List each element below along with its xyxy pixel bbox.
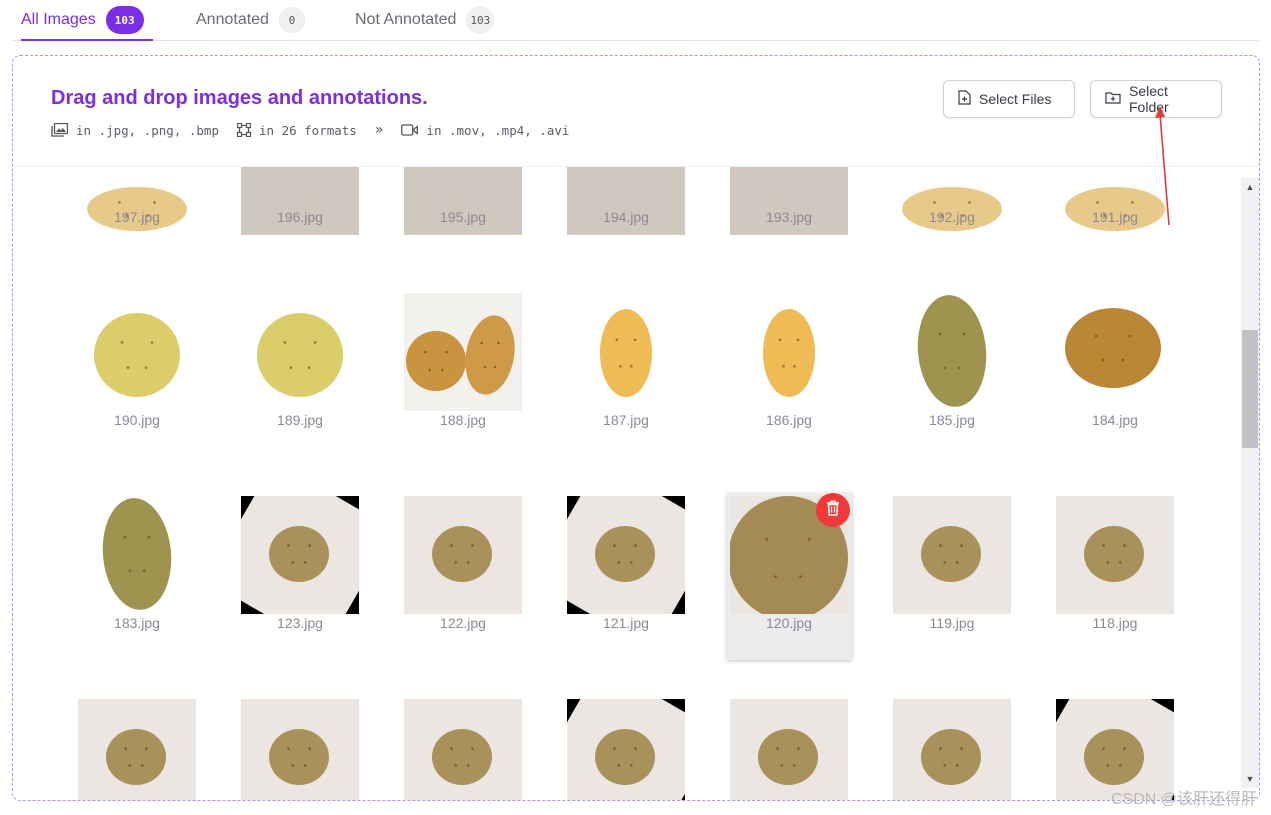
image-thumbnail[interactable] xyxy=(730,293,848,411)
image-filter-tabs: All Images 103 Annotated 0 Not Annotated… xyxy=(12,0,1259,41)
image-formats-text: in .jpg, .png, .bmp xyxy=(76,122,219,138)
image-thumbnail[interactable] xyxy=(567,496,685,614)
image-thumbnail[interactable] xyxy=(893,496,1011,614)
dropzone-title: Drag and drop images and annotations. xyxy=(51,87,428,109)
image-filename: 122.jpg xyxy=(440,615,486,631)
video-formats-text: in .mov, .mp4, .avi xyxy=(426,122,570,138)
image-thumbnail[interactable] xyxy=(241,496,359,614)
image-thumbnail[interactable] xyxy=(241,293,359,411)
image-thumbnail[interactable] xyxy=(893,293,1011,411)
image-thumbnail[interactable] xyxy=(1056,496,1174,614)
image-formats: in .jpg, .png, .bmp xyxy=(51,123,219,138)
image-thumbnail[interactable] xyxy=(893,699,1011,800)
images-icon xyxy=(51,123,68,137)
image-thumbnail[interactable] xyxy=(241,699,359,800)
image-thumbnail[interactable] xyxy=(404,699,522,800)
tab-label: Not Annotated xyxy=(355,11,457,28)
image-thumbnail[interactable] xyxy=(1056,293,1174,411)
image-filename: 189.jpg xyxy=(277,412,323,428)
select-files-button[interactable]: Select Files xyxy=(943,80,1075,118)
image-thumbnail[interactable] xyxy=(404,293,522,411)
grid-scrollbar[interactable]: ▲ ▼ xyxy=(1241,178,1259,788)
count-badge: 103 xyxy=(105,6,144,34)
image-filename: 119.jpg xyxy=(929,615,975,631)
image-filename: 193.jpg xyxy=(766,209,812,225)
select-files-label: Select Files xyxy=(979,91,1052,107)
image-filename: 123.jpg xyxy=(277,615,323,631)
image-filename: 192.jpg xyxy=(929,209,975,225)
trash-icon xyxy=(826,500,840,521)
image-filename: 121.jpg xyxy=(603,615,649,631)
format-separator: » xyxy=(374,122,384,138)
bounding-box-icon xyxy=(237,123,251,137)
tab-label: Annotated xyxy=(196,11,269,28)
image-filename: 187.jpg xyxy=(603,412,649,428)
image-filename: 195.jpg xyxy=(440,209,486,225)
image-thumbnail[interactable] xyxy=(78,496,196,614)
annotation-formats: in 26 formats xyxy=(237,123,357,138)
supported-formats: in .jpg, .png, .bmp in 26 formats » in .… xyxy=(51,122,587,138)
scroll-thumb[interactable] xyxy=(1242,330,1258,448)
annotation-formats-text: in 26 formats xyxy=(259,122,357,138)
image-thumbnail[interactable] xyxy=(730,699,848,800)
tab-label: All Images xyxy=(21,11,96,28)
count-badge: 0 xyxy=(278,7,305,33)
image-thumbnail[interactable] xyxy=(78,699,196,800)
tab-annotated[interactable]: Annotated 0 xyxy=(196,0,305,40)
image-grid: 197.jpg 196.jpg 195.jpg 194.jpg 193.jpg 192.j… xyxy=(13,167,1237,800)
image-filename: 196.jpg xyxy=(277,209,323,225)
image-filename: 185.jpg xyxy=(929,412,975,428)
image-thumbnail[interactable] xyxy=(567,293,685,411)
image-filename: 183.jpg xyxy=(114,615,160,631)
image-thumbnail[interactable] xyxy=(78,293,196,411)
file-plus-icon xyxy=(958,90,971,108)
annotation-arrow xyxy=(1155,106,1170,226)
video-formats: in .mov, .mp4, .avi xyxy=(401,123,569,138)
image-filename: 186.jpg xyxy=(766,412,812,428)
image-filename: 188.jpg xyxy=(440,412,486,428)
image-thumbnail[interactable] xyxy=(404,496,522,614)
image-filename: 184.jpg xyxy=(1092,412,1138,428)
image-filename: 120.jpg xyxy=(766,615,812,631)
image-filename: 194.jpg xyxy=(603,209,649,225)
video-icon xyxy=(401,124,419,136)
count-badge: 103 xyxy=(466,7,495,33)
delete-image-button[interactable] xyxy=(816,493,850,527)
watermark-text: CSDN @该肝还得肝 xyxy=(1110,791,1257,808)
image-filename: 190.jpg xyxy=(114,412,160,428)
scroll-up-arrow[interactable]: ▲ xyxy=(1241,178,1259,196)
image-filename: 197.jpg xyxy=(114,209,160,225)
tab-not-annotated[interactable]: Not Annotated 103 xyxy=(355,0,495,40)
dropzone-header: Drag and drop images and annotations. in… xyxy=(13,56,1259,167)
tab-all-images[interactable]: All Images 103 xyxy=(21,0,153,41)
image-filename: 118.jpg xyxy=(1092,615,1138,631)
upload-dropzone[interactable]: Drag and drop images and annotations. in… xyxy=(12,55,1260,801)
folder-plus-icon xyxy=(1105,91,1121,107)
image-thumbnail[interactable] xyxy=(567,699,685,800)
